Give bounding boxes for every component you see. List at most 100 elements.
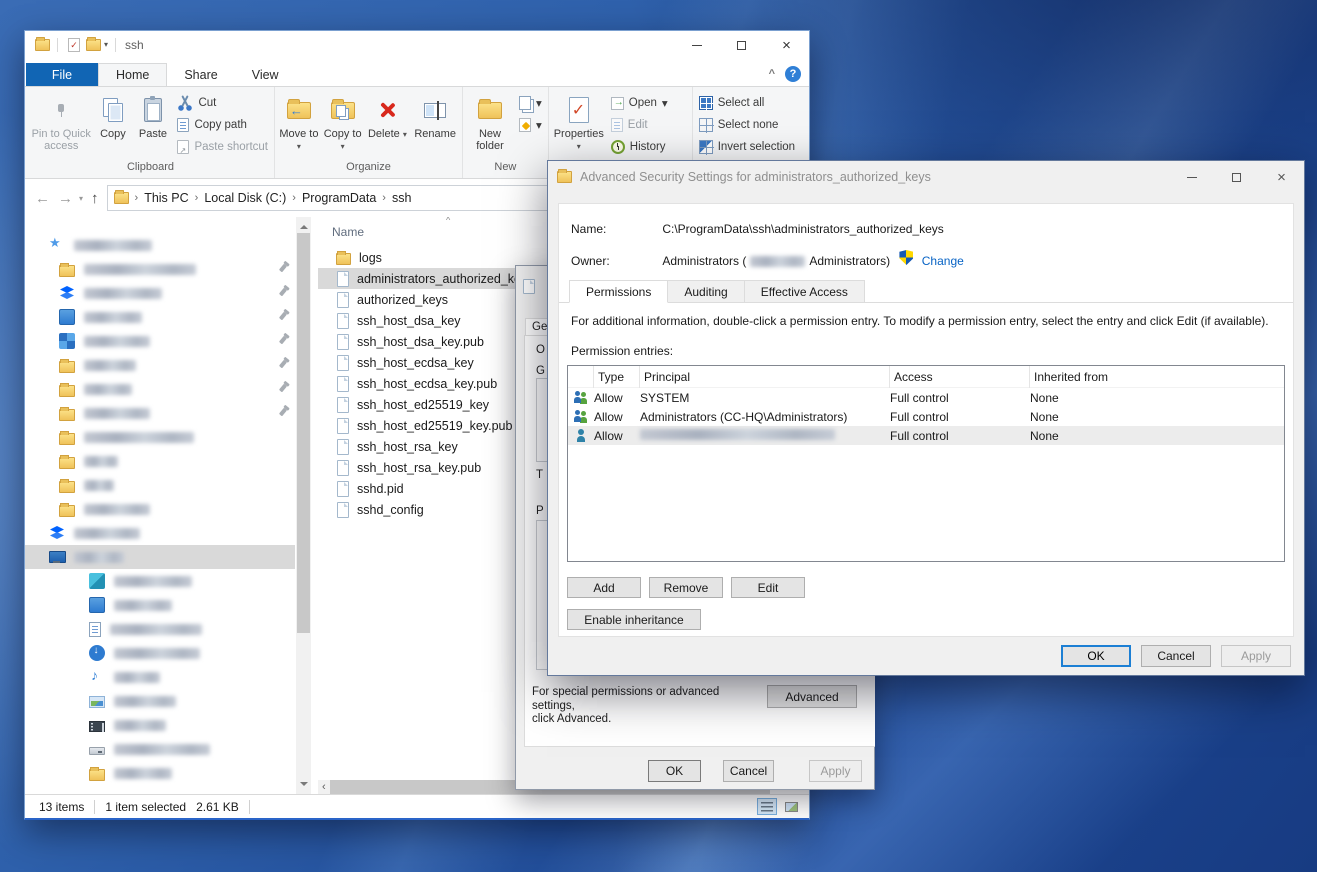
tab-share[interactable]: Share xyxy=(167,63,234,86)
thumbnail-view-button[interactable] xyxy=(781,798,801,815)
sidebar-item[interactable] xyxy=(25,641,295,665)
type-column-header[interactable]: Type xyxy=(594,366,640,388)
sidebar-item[interactable] xyxy=(25,761,295,785)
sidebar-item[interactable] xyxy=(25,377,295,401)
select-all-button[interactable]: Select all xyxy=(695,92,799,114)
cancel-button[interactable]: Cancel xyxy=(1141,645,1211,667)
copy-path-button[interactable]: Copy path xyxy=(173,114,272,136)
access-column-header[interactable]: Access xyxy=(890,366,1030,388)
new-folder-button[interactable]: New folder xyxy=(465,90,515,161)
minimize-button[interactable] xyxy=(674,31,719,59)
open-button[interactable]: Open ▾ xyxy=(607,92,672,114)
up-button[interactable]: ↑ xyxy=(91,190,99,207)
sidebar-scrollbar[interactable] xyxy=(296,217,311,794)
tab-home[interactable]: Home xyxy=(98,63,167,86)
collapse-ribbon-icon[interactable]: ^ xyxy=(769,68,775,80)
dialog-tab[interactable]: Permissions xyxy=(569,280,668,303)
scroll-left-icon[interactable]: ‹ xyxy=(318,781,330,793)
help-icon[interactable]: ? xyxy=(785,66,801,82)
close-button[interactable]: × xyxy=(1259,162,1304,193)
permission-entry-row[interactable]: Allow Full control None xyxy=(568,426,1284,445)
new-item-button[interactable]: ▾ xyxy=(515,92,546,114)
pin-to-quick-access-button[interactable]: Pin to Quick access xyxy=(29,90,93,161)
add-button[interactable]: Add xyxy=(567,577,641,598)
forward-button[interactable]: → xyxy=(58,190,73,207)
change-owner-link[interactable]: Change xyxy=(922,254,964,268)
pin-icon xyxy=(279,384,287,393)
dropdown-caret-icon: ▾ xyxy=(536,96,542,110)
breadcrumb-segment[interactable]: This PC xyxy=(144,191,188,205)
sidebar-item[interactable] xyxy=(25,545,295,569)
sidebar-item[interactable] xyxy=(25,665,295,689)
sidebar-item[interactable] xyxy=(25,521,295,545)
paste-shortcut-button[interactable]: Paste shortcut xyxy=(173,136,272,158)
scroll-up-icon[interactable] xyxy=(300,221,308,229)
remove-button[interactable]: Remove xyxy=(649,577,723,598)
properties-button[interactable]: Properties ▾ xyxy=(551,90,607,161)
breadcrumb-segment[interactable]: Local Disk (C:) xyxy=(204,191,286,205)
sidebar-item[interactable] xyxy=(25,233,295,257)
sidebar-item[interactable] xyxy=(25,737,295,761)
permission-entry-row[interactable]: Allow Administrators (CC-HQ\Administrato… xyxy=(568,407,1284,426)
sidebar-item[interactable] xyxy=(25,713,295,737)
copy-button[interactable]: Copy xyxy=(93,90,132,161)
navigation-pane xyxy=(25,217,311,794)
back-button[interactable]: ← xyxy=(35,190,50,207)
sidebar-item[interactable] xyxy=(25,617,295,641)
cut-button[interactable]: Cut xyxy=(173,92,272,114)
details-view-button[interactable] xyxy=(757,798,777,815)
sidebar-item[interactable] xyxy=(25,257,295,281)
copy-pages-icon xyxy=(103,98,123,122)
sidebar-item[interactable] xyxy=(25,329,295,353)
edit-button[interactable]: Edit xyxy=(607,114,672,136)
select-none-button[interactable]: Select none xyxy=(695,114,799,136)
edit-button[interactable]: Edit xyxy=(731,577,805,598)
cancel-button[interactable]: Cancel xyxy=(723,760,774,782)
history-button[interactable]: History xyxy=(607,136,672,158)
breadcrumb-segment[interactable]: ProgramData xyxy=(302,191,376,205)
inherited-from-column-header[interactable]: Inherited from xyxy=(1030,366,1284,388)
permission-entry-row[interactable]: Allow SYSTEM Full control None xyxy=(568,388,1284,407)
delete-button[interactable]: Delete ▾ xyxy=(365,90,411,161)
sidebar-item[interactable] xyxy=(25,689,295,713)
ok-button[interactable]: OK xyxy=(1061,645,1131,667)
quick-access-new-folder-icon[interactable] xyxy=(86,39,101,51)
close-button[interactable]: × xyxy=(764,31,809,59)
chevron-right-icon: › xyxy=(292,192,296,204)
tab-view[interactable]: View xyxy=(235,63,296,86)
sidebar-item[interactable] xyxy=(25,473,295,497)
enable-inheritance-button[interactable]: Enable inheritance xyxy=(567,609,701,630)
sidebar-item[interactable] xyxy=(25,449,295,473)
sidebar-item-icon xyxy=(59,265,75,277)
tab-file[interactable]: File xyxy=(26,63,98,86)
dialog-tab[interactable]: Auditing xyxy=(667,280,744,303)
breadcrumb-segment[interactable]: ssh xyxy=(392,191,411,205)
column-header-name[interactable]: Name xyxy=(332,225,364,239)
sidebar-item[interactable] xyxy=(25,401,295,425)
easy-access-button[interactable]: ▾ xyxy=(515,114,546,136)
sidebar-item[interactable] xyxy=(25,305,295,329)
sidebar-item[interactable] xyxy=(25,593,295,617)
sidebar-item[interactable] xyxy=(25,569,295,593)
ok-button[interactable]: OK xyxy=(648,760,701,782)
maximize-button[interactable] xyxy=(719,31,764,59)
paste-button[interactable]: Paste xyxy=(132,90,173,161)
sidebar-item[interactable] xyxy=(25,353,295,377)
advanced-button[interactable]: Advanced xyxy=(767,685,857,708)
copy-to-button[interactable]: Copy to ▾ xyxy=(321,90,365,161)
dialog-tab[interactable]: Effective Access xyxy=(744,280,865,303)
quick-access-properties-icon[interactable] xyxy=(68,38,80,52)
invert-selection-button[interactable]: Invert selection xyxy=(695,136,799,158)
move-to-button[interactable]: Move to ▾ xyxy=(277,90,321,161)
sidebar-item[interactable] xyxy=(25,281,295,305)
qat-dropdown-icon[interactable]: ▾ xyxy=(104,41,108,49)
scroll-down-icon[interactable] xyxy=(300,782,308,790)
recent-locations-icon[interactable]: ▾ xyxy=(79,194,83,203)
scrollbar-thumb[interactable] xyxy=(297,233,310,633)
entry-inherited-from: None xyxy=(1030,410,1284,424)
rename-button[interactable]: Rename xyxy=(410,90,460,161)
principal-column-header[interactable]: Principal xyxy=(640,366,890,388)
sidebar-item[interactable] xyxy=(25,425,295,449)
maximize-button[interactable] xyxy=(1214,162,1259,193)
sidebar-item[interactable] xyxy=(25,497,295,521)
